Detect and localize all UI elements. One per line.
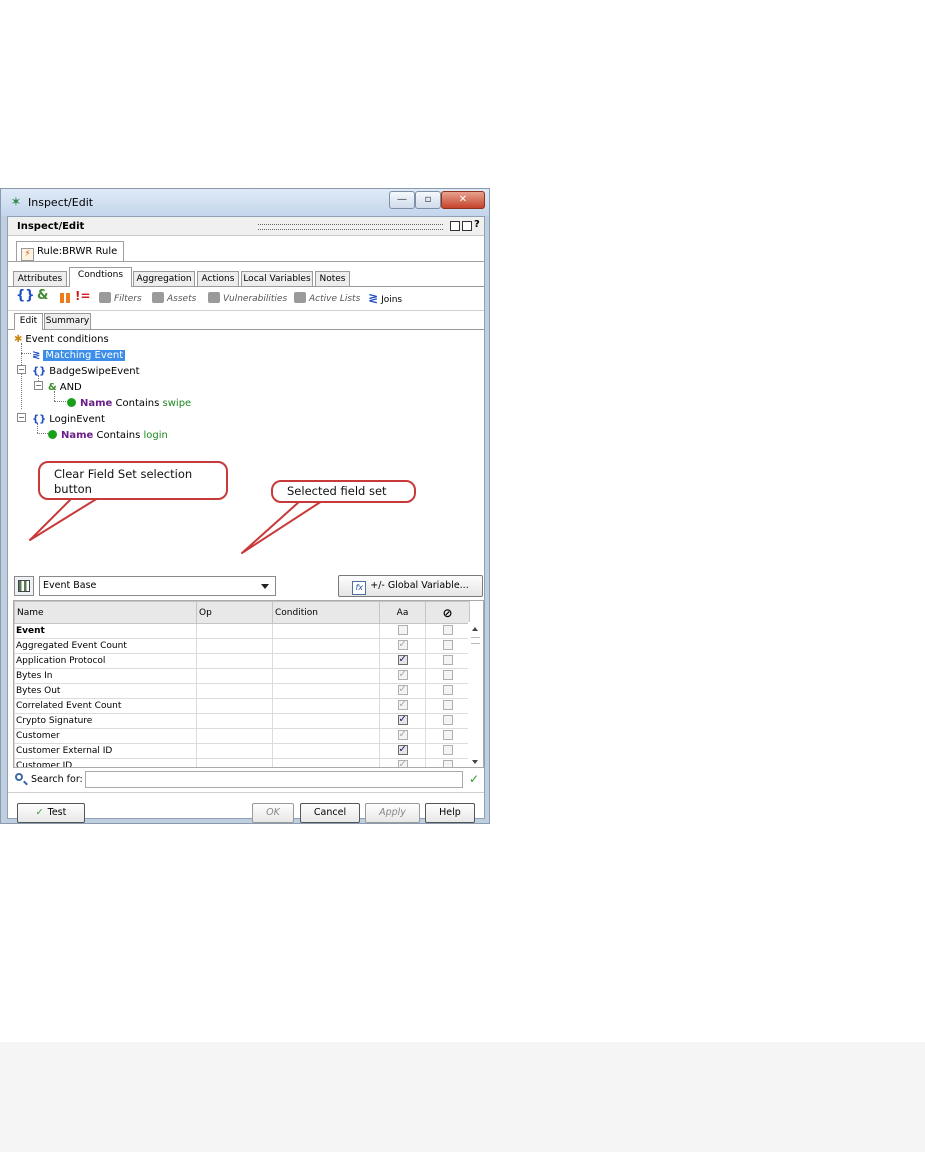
callout-selected-field-set: Selected field set (271, 480, 416, 503)
tab-conditions[interactable]: Condtions (69, 267, 132, 287)
subtab-edit[interactable]: Edit (14, 313, 43, 330)
callout-pointers (29, 497, 323, 554)
callout-clear-field-set: Clear Field Set selection button (38, 461, 228, 500)
callout-pointer-clear (29, 497, 99, 541)
callout-pointer-fieldset (241, 500, 323, 554)
